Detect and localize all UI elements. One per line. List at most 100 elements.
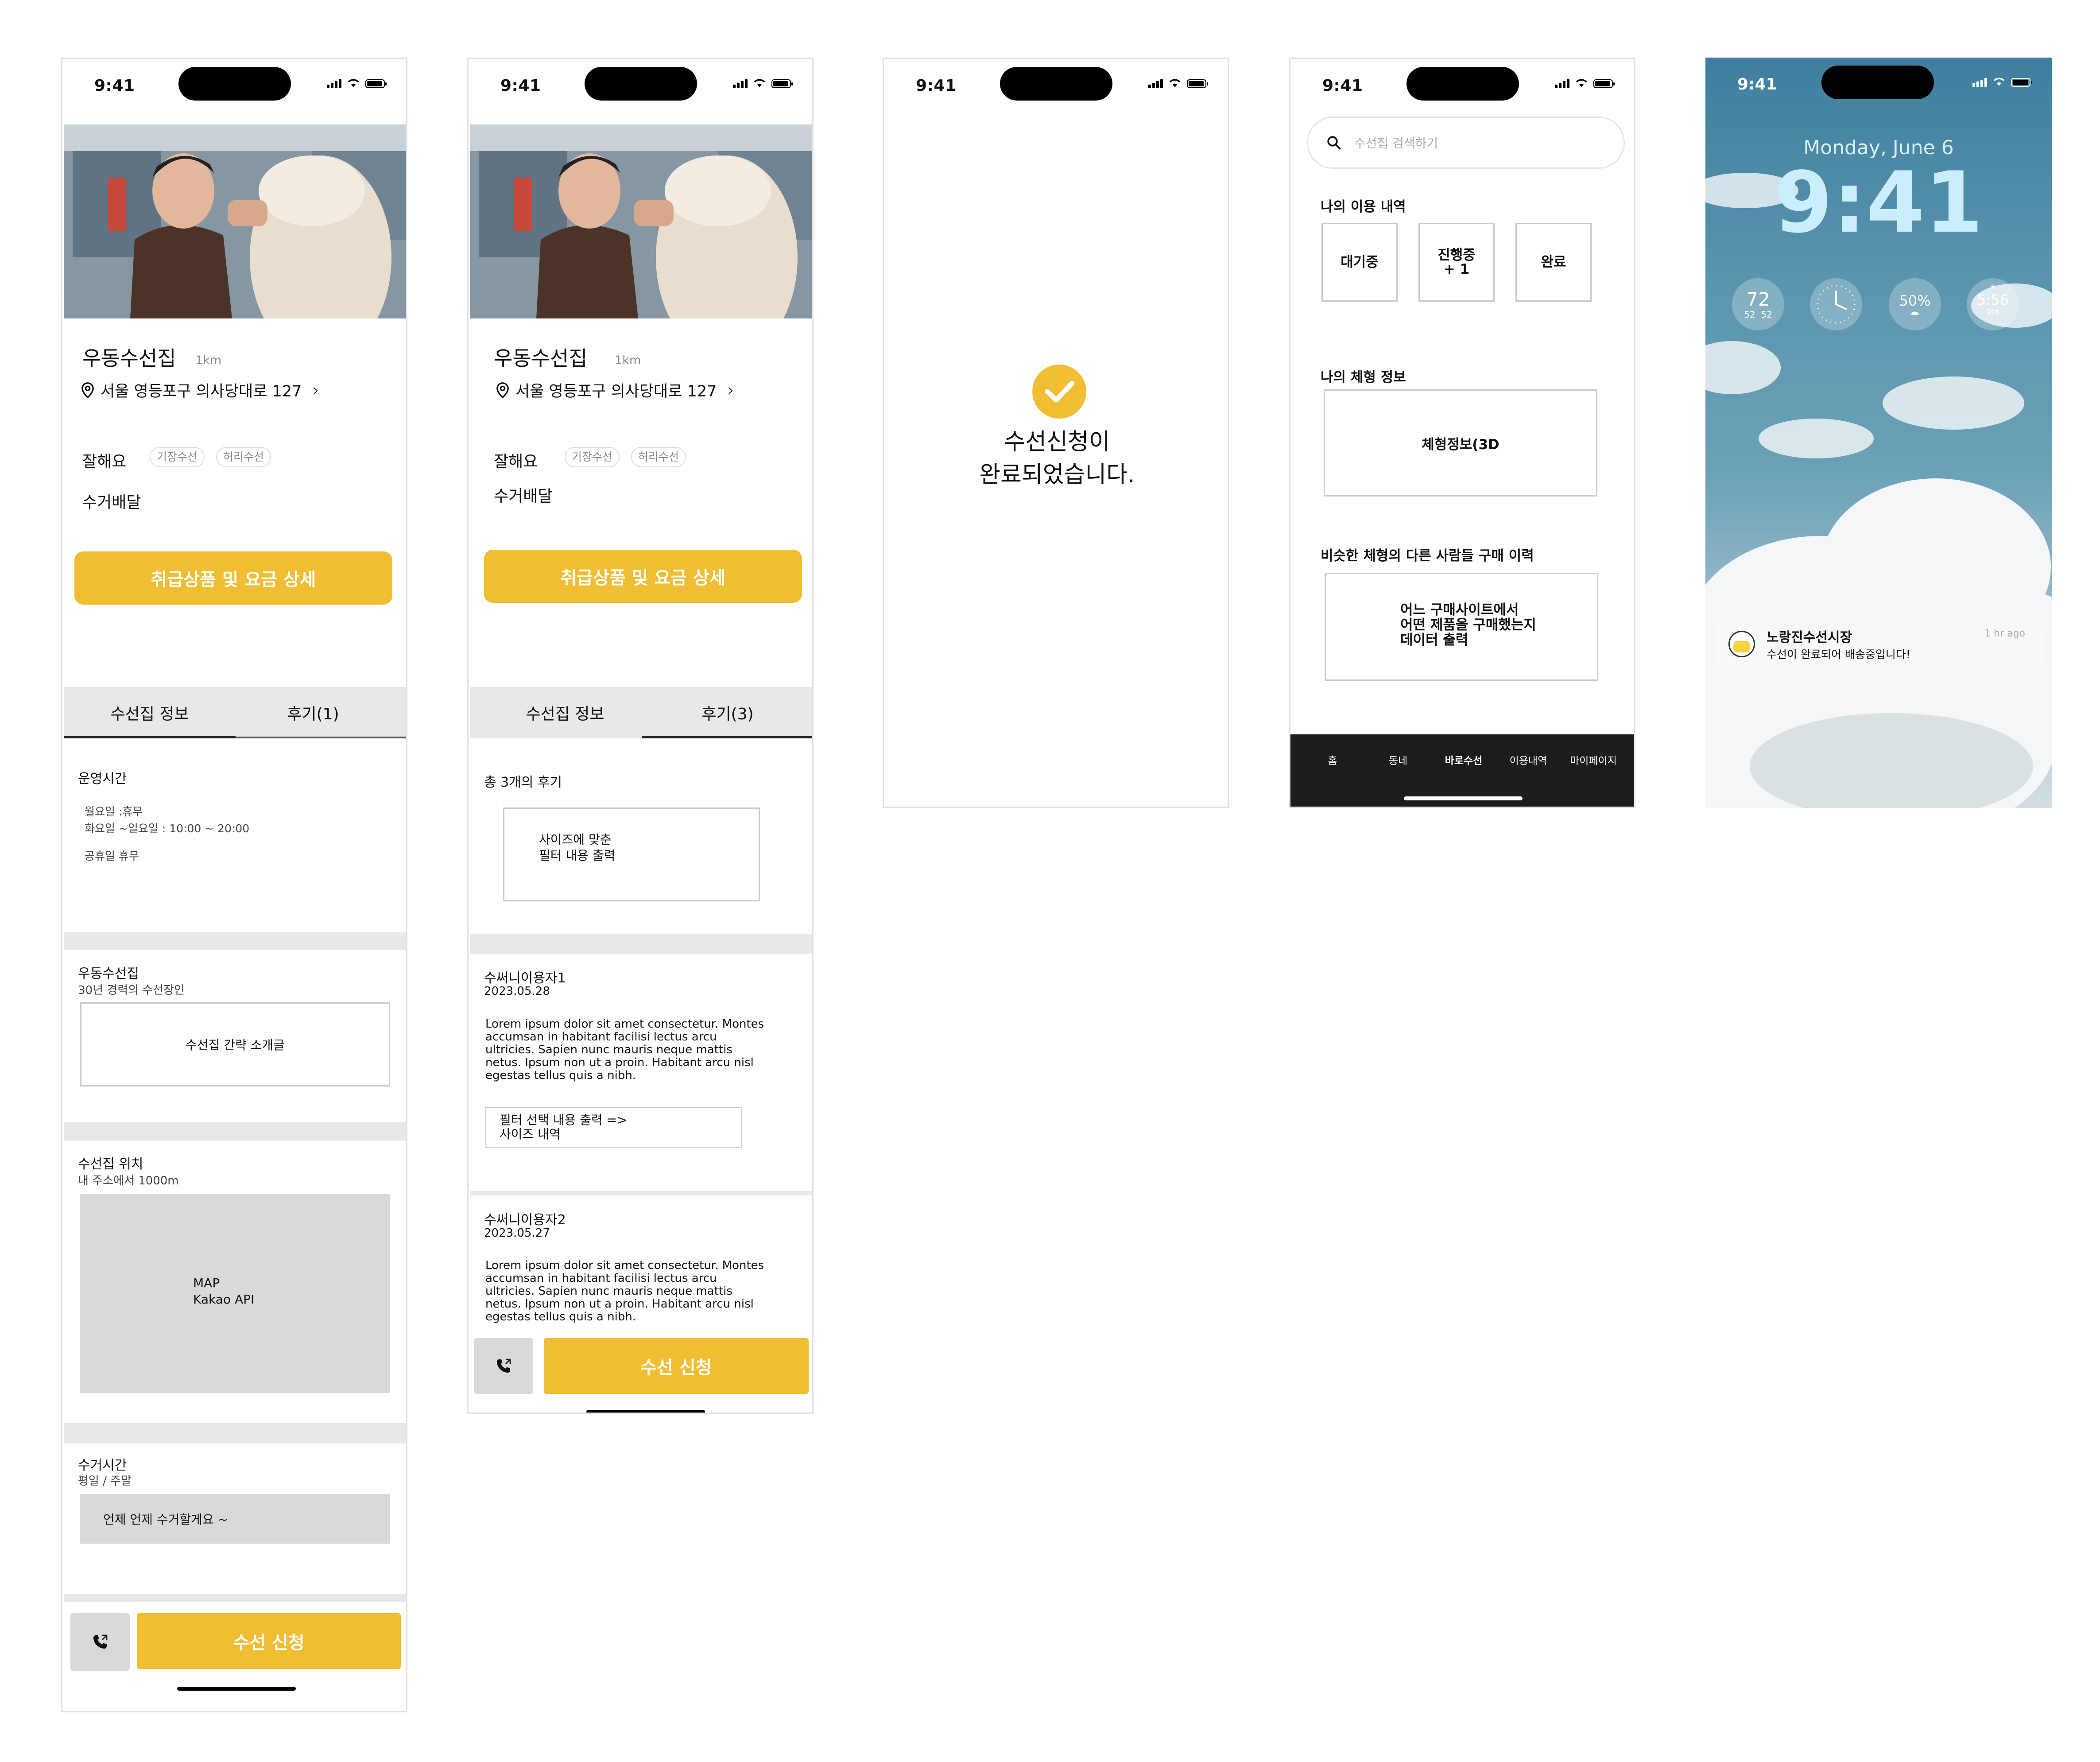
call-button[interactable]: [474, 1338, 533, 1394]
chevron-right-icon: ›: [312, 380, 320, 400]
call-button[interactable]: [70, 1613, 130, 1671]
signal-icon: [327, 79, 341, 88]
widget-sunset: 5:56: [1977, 291, 2009, 308]
status-time: 9:41: [1737, 75, 1777, 93]
notification-body: 수선이 완료되어 배송중입니다!: [1767, 648, 1910, 661]
tab-shop-info[interactable]: 수선집 정보: [64, 687, 236, 738]
nav-history[interactable]: 이용내역: [1510, 752, 1547, 767]
nav-quick-repair[interactable]: 바로수선: [1445, 752, 1483, 767]
wifi-icon: [347, 78, 360, 88]
pickup-time-title: 수거시간: [78, 1458, 127, 1473]
tag-chip: 허리수선: [216, 447, 271, 467]
shop-name: 우동수선집: [82, 346, 176, 370]
battery-icon: [2011, 78, 2032, 87]
pickup-time-text: 언제 언제 수거할게요 ~: [103, 1512, 229, 1527]
signal-icon: [1972, 78, 1987, 87]
dynamic-island: [1406, 67, 1519, 101]
weather-widget[interactable]: 72 52 52: [1732, 278, 1784, 330]
notification-card[interactable]: 노랑진수선시장 1 hr ago 수선이 완료되어 배송중입니다!: [1715, 617, 2043, 672]
body-info-box[interactable]: 체형정보(3D: [1324, 389, 1597, 497]
section-divider: [470, 1191, 812, 1195]
intro-box: 수선집 간략 소개글: [80, 1002, 390, 1087]
status-icons: [1555, 78, 1615, 88]
bottom-nav: 홈 동네 바로수선 이용내역 마이페이지: [1290, 734, 1634, 807]
widget-temp: 72: [1746, 288, 1770, 310]
review-user: 수써니이용자1: [484, 970, 566, 986]
location-title: 수선집 위치: [78, 1157, 143, 1172]
battery-icon: [1187, 79, 1208, 88]
search-input[interactable]: 수선집 검색하기: [1307, 116, 1625, 169]
wifi-icon: [1575, 78, 1588, 88]
shop-distance: 1km: [615, 353, 641, 367]
dynamic-island: [1821, 66, 1934, 99]
pickup-time-subtitle: 평일 / 주말: [78, 1475, 132, 1488]
address-text: 서울 영등포구 의사당대로 127: [515, 383, 717, 400]
battery-icon: [771, 79, 793, 88]
history-title: 나의 이용 내역: [1321, 199, 1406, 215]
signal-icon: [1555, 79, 1569, 88]
apply-repair-button[interactable]: 수선 신청: [544, 1338, 809, 1394]
complete-message: 수선신청이 완료되었습니다.: [884, 426, 1228, 491]
tab-indicator: [642, 736, 812, 738]
tab-bar: 수선집 정보 후기(1): [64, 687, 406, 738]
intro-text: 수선집 간략 소개글: [186, 1038, 285, 1052]
dynamic-island: [178, 67, 291, 101]
widget-battery: 50%: [1899, 292, 1931, 309]
status-waiting-button[interactable]: 대기중: [1321, 223, 1398, 302]
tab-underline: [236, 737, 406, 738]
intro-title: 우동수선집: [78, 966, 139, 982]
tab-reviews[interactable]: 후기(1): [236, 687, 391, 738]
clock-widget[interactable]: [1810, 278, 1862, 330]
review-text: Lorem ipsum dolor sit amet consectetur. …: [485, 1017, 764, 1082]
status-icons: [1148, 78, 1208, 88]
review-filter-line: 사이즈 내역: [500, 1127, 561, 1141]
filter-output-line: 필터 내용 출력: [539, 848, 616, 863]
address-link[interactable]: 서울 영등포구 의사당대로 127 ›: [80, 379, 319, 401]
price-detail-button[interactable]: 취급상품 및 요금 상세: [484, 550, 802, 603]
widget-temp-range: 52 52: [1744, 309, 1772, 320]
bottom-action-bar: 수선 신청: [64, 1600, 406, 1711]
map-api-label: Kakao API: [193, 1292, 255, 1307]
complete-message-line: 완료되었습니다.: [979, 462, 1135, 488]
battery-icon: [365, 79, 387, 88]
status-progress-label: 진행중: [1437, 247, 1476, 263]
address-link[interactable]: 서울 영등포구 의사당대로 127 ›: [495, 379, 734, 401]
status-progress-count: + 1: [1443, 261, 1470, 277]
body-info-text: 체형정보(3D: [1422, 436, 1499, 453]
umbrella-icon: ☂: [1910, 309, 1920, 322]
sunset-widget[interactable]: ☀ 5:56 PM: [1967, 278, 2019, 330]
status-progress-button[interactable]: 진행중 + 1: [1418, 223, 1495, 302]
nav-neighborhood[interactable]: 동네: [1389, 752, 1407, 767]
dynamic-island: [1000, 67, 1112, 101]
section-divider: [470, 934, 812, 954]
nav-home[interactable]: 홈: [1328, 752, 1337, 767]
wifi-icon: [1168, 78, 1182, 88]
tab-reviews[interactable]: 후기(3): [642, 687, 812, 738]
nav-mypage[interactable]: 마이페이지: [1570, 752, 1617, 767]
tab-indicator: [64, 736, 236, 738]
section-divider: [64, 1423, 406, 1444]
tab-shop-info[interactable]: 수선집 정보: [470, 687, 660, 738]
shop-photo: [470, 124, 812, 318]
apply-repair-button[interactable]: 수선 신청: [137, 1613, 401, 1669]
status-done-button[interactable]: 완료: [1515, 223, 1592, 302]
pickup-delivery-label: 수거배달: [82, 493, 141, 512]
signal-icon: [1148, 79, 1163, 88]
hours-line: 공휴일 휴무: [85, 850, 139, 862]
review-date: 2023.05.28: [484, 985, 550, 998]
wifi-icon: [1992, 77, 2006, 87]
map-placeholder[interactable]: MAP Kakao API: [80, 1194, 390, 1393]
tag-chip: 허리수선: [631, 447, 686, 467]
widget-sunset-ampm: PM: [1987, 308, 1999, 317]
screen-apply-complete: 9:41 수선신청이 완료되었습니다.: [883, 58, 1229, 808]
battery-widget[interactable]: 50% ☂: [1889, 278, 1941, 330]
pickup-delivery-label: 수거배달: [494, 487, 553, 505]
filter-output-box: 사이즈에 맞춘 필터 내용 출력: [503, 807, 760, 901]
notification-app-name: 노랑진수선시장: [1767, 630, 1852, 645]
search-icon: [1327, 136, 1341, 150]
price-detail-button[interactable]: 취급상품 및 요금 상세: [74, 551, 392, 605]
wifi-icon: [753, 78, 766, 88]
similar-line: 어느 구매사이트에서: [1400, 602, 1519, 618]
filter-output-line: 사이즈에 맞춘: [539, 832, 612, 847]
status-icons: [733, 78, 793, 88]
